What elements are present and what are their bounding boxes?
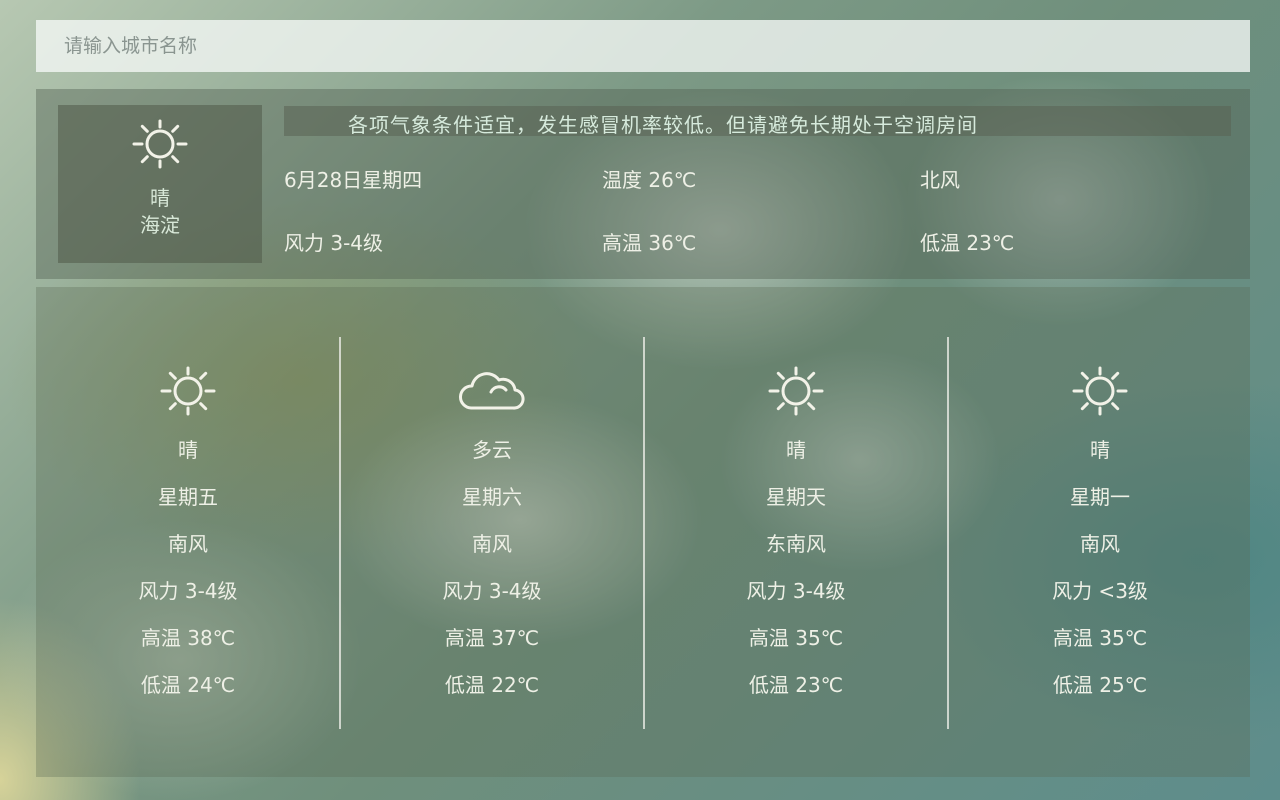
search-bar[interactable]	[36, 20, 1250, 72]
sun-icon	[132, 119, 188, 169]
forecast-wind-force: 风力 3-4级	[138, 579, 238, 603]
today-high-temp: 高温 36℃	[602, 231, 697, 255]
today-date: 6月28日星期四	[284, 168, 423, 192]
forecast-high-temp: 高温 38℃	[140, 626, 236, 650]
forecast-wind-direction: 南风	[472, 532, 512, 556]
forecast-low-temp: 低温 24℃	[140, 673, 236, 697]
health-tips-text: 各项气象条件适宜，发生感冒机率较低。但请避免长期处于空调房间	[348, 113, 978, 136]
health-tips-marquee: 各项气象条件适宜，发生感冒机率较低。但请避免长期处于空调房间	[284, 106, 1231, 136]
forecast-panel: 晴 星期五 南风 风力 3-4级 高温 38℃ 低温 24℃ 多云 星期六 南风…	[36, 287, 1250, 777]
forecast-condition: 多云	[472, 438, 512, 462]
today-panel: 晴 海淀 各项气象条件适宜，发生感冒机率较低。但请避免长期处于空调房间 6月28…	[36, 89, 1250, 279]
today-temperature: 温度 26℃	[602, 168, 697, 192]
forecast-wind-direction: 南风	[168, 532, 208, 556]
sun-icon	[160, 366, 216, 416]
today-wind-force: 风力 3-4级	[284, 231, 384, 255]
today-summary: 晴 海淀	[58, 105, 262, 263]
forecast-high-temp: 高温 35℃	[748, 626, 844, 650]
forecast-weekday: 星期天	[766, 485, 826, 509]
forecast-weekday: 星期一	[1070, 485, 1130, 509]
forecast-high-temp: 高温 37℃	[444, 626, 540, 650]
today-wind-direction: 北风	[920, 168, 960, 192]
forecast-wind-force: 风力 <3级	[1052, 579, 1148, 603]
forecast-weekday: 星期五	[158, 485, 218, 509]
forecast-wind-force: 风力 3-4级	[442, 579, 542, 603]
forecast-day: 晴 星期一 南风 风力 <3级 高温 35℃ 低温 25℃	[948, 337, 1252, 729]
city-search-input[interactable]	[36, 20, 1250, 72]
cloud-icon	[459, 372, 525, 410]
city-name: 海淀	[140, 213, 180, 237]
forecast-wind-direction: 南风	[1080, 532, 1120, 556]
forecast-wind-direction: 东南风	[766, 532, 826, 556]
forecast-low-temp: 低温 25℃	[1052, 673, 1148, 697]
forecast-day: 晴 星期五 南风 风力 3-4级 高温 38℃ 低温 24℃	[36, 337, 340, 729]
forecast-condition: 晴	[178, 438, 198, 462]
sun-icon	[1072, 366, 1128, 416]
forecast-high-temp: 高温 35℃	[1052, 626, 1148, 650]
forecast-low-temp: 低温 22℃	[444, 673, 540, 697]
forecast-day: 晴 星期天 东南风 风力 3-4级 高温 35℃ 低温 23℃	[644, 337, 948, 729]
forecast-low-temp: 低温 23℃	[748, 673, 844, 697]
forecast-wind-force: 风力 3-4级	[746, 579, 846, 603]
forecast-weekday: 星期六	[462, 485, 522, 509]
today-low-temp: 低温 23℃	[920, 231, 1015, 255]
today-condition: 晴	[150, 186, 170, 210]
forecast-condition: 晴	[786, 438, 806, 462]
forecast-day: 多云 星期六 南风 风力 3-4级 高温 37℃ 低温 22℃	[340, 337, 644, 729]
forecast-condition: 晴	[1090, 438, 1110, 462]
sun-icon	[768, 366, 824, 416]
